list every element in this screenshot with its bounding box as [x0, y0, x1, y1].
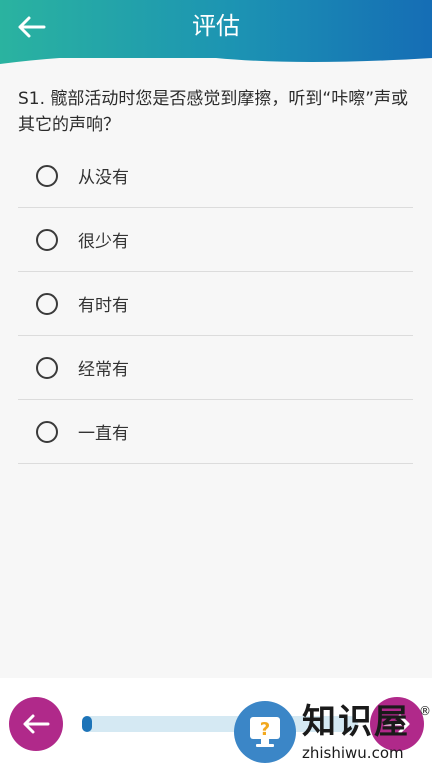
watermark-site: zhishiwu.com [302, 744, 404, 762]
arrow-left-icon [23, 714, 50, 734]
radio-icon[interactable] [36, 292, 58, 315]
option-label: 很少有 [78, 232, 129, 252]
watermark-logo: ? [234, 701, 296, 763]
app-header: 评估 [0, 0, 432, 58]
progress-fill [82, 716, 92, 732]
option-label: 从没有 [78, 168, 129, 188]
option-always[interactable]: 一直有 [18, 400, 413, 464]
option-sometimes[interactable]: 有时有 [18, 272, 413, 336]
option-label: 有时有 [78, 296, 129, 316]
radio-icon[interactable] [36, 356, 58, 379]
registered-mark: ® [419, 704, 431, 718]
help-monitor-icon: ? [250, 717, 280, 747]
radio-icon[interactable] [36, 164, 58, 187]
option-never[interactable]: 从没有 [18, 144, 413, 208]
option-label: 一直有 [78, 424, 129, 444]
previous-button[interactable] [9, 697, 63, 751]
svg-text:?: ? [260, 719, 270, 740]
option-rarely[interactable]: 很少有 [18, 208, 413, 272]
answer-options: 从没有 很少有 有时有 经常有 一直有 [18, 144, 413, 464]
bottom-nav: ? 知识屋 ® zhishiwu.com [0, 678, 432, 768]
option-often[interactable]: 经常有 [18, 336, 413, 400]
page-title: 评估 [192, 12, 240, 40]
radio-icon[interactable] [36, 420, 58, 443]
watermark-text: 知识屋 [302, 702, 410, 742]
header-wave [0, 52, 432, 64]
radio-icon[interactable] [36, 228, 58, 251]
question-text: S1. 髋部活动时您是否感觉到摩擦，听到“咔嚓”声或其它的声响？ [18, 89, 409, 135]
option-label: 经常有 [78, 360, 129, 380]
